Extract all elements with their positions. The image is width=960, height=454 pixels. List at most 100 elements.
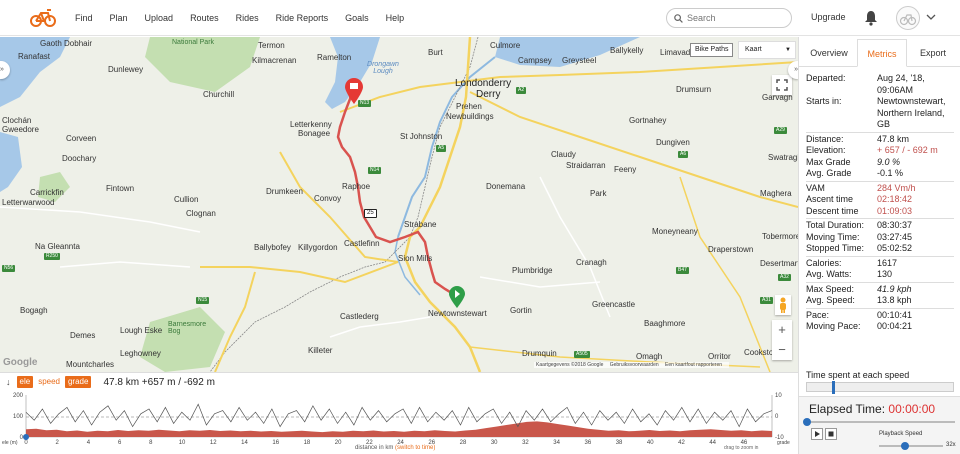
toggle-speed[interactable]: speed xyxy=(35,376,63,388)
zoom-in-button[interactable]: + xyxy=(772,320,792,340)
terms-link[interactable]: Gebruiksvoorwaarden xyxy=(610,362,659,368)
map-label: Gortnahey xyxy=(629,116,667,125)
road-sign: A505 xyxy=(574,351,590,358)
chevron-down-icon[interactable] xyxy=(926,13,936,21)
tab-overview[interactable]: Overview xyxy=(803,39,855,67)
play-button[interactable] xyxy=(811,428,823,440)
metric-value: + 657 / - 692 m xyxy=(877,145,938,155)
x-tick: 36 xyxy=(584,440,591,445)
elevation-chart[interactable]: 2001000100-100 2 4 6 8 10 12 14 16 18 20 22 24 26 28 30… xyxy=(0,391,798,445)
nav-help[interactable]: Help xyxy=(386,13,405,23)
x-tick: 44 xyxy=(709,440,716,445)
street-view-button[interactable] xyxy=(775,295,791,315)
nav-rides[interactable]: Rides xyxy=(236,13,259,23)
metrics-group-energy: Calories: 1617 Avg. Watts: 130 xyxy=(806,258,954,281)
playback-speed-handle[interactable] xyxy=(901,442,909,450)
x-tick: 14 xyxy=(241,440,248,445)
nav-upload[interactable]: Upload xyxy=(145,13,174,23)
zoom-control: + − xyxy=(772,320,792,360)
map-label: Barnesmore Bog xyxy=(168,321,207,335)
x-tick: 12 xyxy=(210,440,217,445)
bike-paths-toggle[interactable]: Bike Paths xyxy=(690,43,734,57)
playback-progress-track[interactable] xyxy=(805,421,955,423)
tab-metrics[interactable]: Metrics xyxy=(857,39,907,67)
elapsed-time-label: Elapsed Time: xyxy=(809,402,886,416)
elevation-summary: 47.8 km +657 m / -692 m xyxy=(103,376,215,388)
zoom-out-button[interactable]: − xyxy=(772,340,792,360)
tab-export[interactable]: Export xyxy=(909,39,957,67)
map-label: Baaghmore xyxy=(644,319,686,328)
map-layer-select[interactable]: Kaart ▼ xyxy=(738,41,796,59)
metric-row: Max Speed: 41.9 kph xyxy=(806,284,954,296)
start-marker-icon[interactable] xyxy=(448,285,466,309)
map-label: Draperstown xyxy=(708,245,754,254)
playback-speed-track[interactable] xyxy=(879,445,943,447)
nav-goals[interactable]: Goals xyxy=(345,13,369,23)
metric-value: Aug 24, '18, 09:06AM xyxy=(877,73,925,95)
map-label: Ballykelly xyxy=(610,46,644,55)
map-label: Termon xyxy=(258,41,285,50)
road-sign: N56 xyxy=(2,265,16,272)
map-label: Letterwarwood xyxy=(2,198,55,207)
route-map[interactable]: Gaoth Dobhair Ranafast Dunlewey National… xyxy=(0,37,798,372)
metric-label: VAM xyxy=(806,182,825,193)
x-tick: 40 xyxy=(647,440,654,445)
metric-value: 00:04:21 xyxy=(877,321,913,331)
toggle-elevation[interactable]: ele xyxy=(16,376,34,388)
x-tick: 0 xyxy=(24,440,28,445)
grade-line xyxy=(25,403,773,428)
map-label: Clognan xyxy=(186,209,216,218)
map-label: National Park xyxy=(172,39,215,46)
metrics-group-pace: Pace: 00:10:41 Moving Pace: 00:04:21 xyxy=(806,310,954,333)
elevation-area xyxy=(26,421,772,437)
map-label: Maghera xyxy=(760,189,792,198)
x-tick: 8 xyxy=(149,440,153,445)
playback-progress-handle[interactable] xyxy=(803,418,811,426)
metric-row: Calories: 1617 xyxy=(806,258,954,270)
upgrade-link[interactable]: Upgrade xyxy=(811,12,846,22)
metric-label: Calories: xyxy=(806,257,842,268)
map-label: Moneyneany xyxy=(652,227,698,236)
map-label: Killygordon xyxy=(298,243,338,252)
avatar-icon[interactable] xyxy=(896,6,920,30)
elevation-toolbar: ↓ ele speed grade 47.8 km +657 m / -692 … xyxy=(6,375,215,389)
x-axis-label-text: distance in km xyxy=(355,445,394,451)
metric-row: Descent time 01:09:03 xyxy=(806,206,954,218)
map-label: Leghowney xyxy=(120,349,161,358)
switch-to-time-link[interactable]: (switch to time) xyxy=(395,445,435,451)
map-label: Clochán xyxy=(2,116,32,125)
y-tick-left: 100 xyxy=(13,414,24,420)
x-tick: 34 xyxy=(553,440,560,445)
bell-icon[interactable] xyxy=(864,10,878,26)
map-label: Bogagh xyxy=(20,306,48,315)
stop-button[interactable] xyxy=(825,428,837,440)
search-input[interactable] xyxy=(687,13,783,23)
metric-value: 00:10:41 xyxy=(877,309,913,320)
search-box[interactable] xyxy=(666,8,792,28)
map-label: Orritor xyxy=(708,352,731,361)
nav-ride-reports[interactable]: Ride Reports xyxy=(276,13,329,23)
report-error-link[interactable]: Een kaartfout rapporteren xyxy=(665,362,722,368)
metric-value: 05:02:52 xyxy=(877,243,913,253)
metrics-group-time: Total Duration: 08:30:37 Moving Time: 03:27… xyxy=(806,220,954,255)
nav-routes[interactable]: Routes xyxy=(190,13,219,23)
map-label: Churchill xyxy=(203,90,235,99)
fullscreen-button[interactable] xyxy=(772,75,792,95)
metric-label: Avg. Speed: xyxy=(806,295,855,305)
nav-plan[interactable]: Plan xyxy=(110,13,128,23)
map-label: Prehen xyxy=(456,102,482,111)
metrics-list: Departed: Aug 24, '18, 09:06AM Starts in… xyxy=(806,73,954,333)
map-label: St Johnston xyxy=(400,132,443,141)
map-label: Doochary xyxy=(62,154,97,163)
download-icon[interactable]: ↓ xyxy=(6,377,11,387)
map-label: Kilmacrenan xyxy=(252,56,297,65)
end-marker-icon[interactable] xyxy=(344,77,364,105)
metric-row: Stopped Time: 05:02:52 xyxy=(806,243,954,255)
metric-value: 9.0 % xyxy=(877,156,901,167)
map-label: Lough Eske xyxy=(120,326,163,335)
nav-find[interactable]: Find xyxy=(75,13,93,23)
map-label: Plumbridge xyxy=(512,266,553,275)
map-label: Desertmartin xyxy=(760,259,798,268)
logo-icon[interactable] xyxy=(30,8,56,28)
toggle-grade[interactable]: grade xyxy=(64,376,92,388)
